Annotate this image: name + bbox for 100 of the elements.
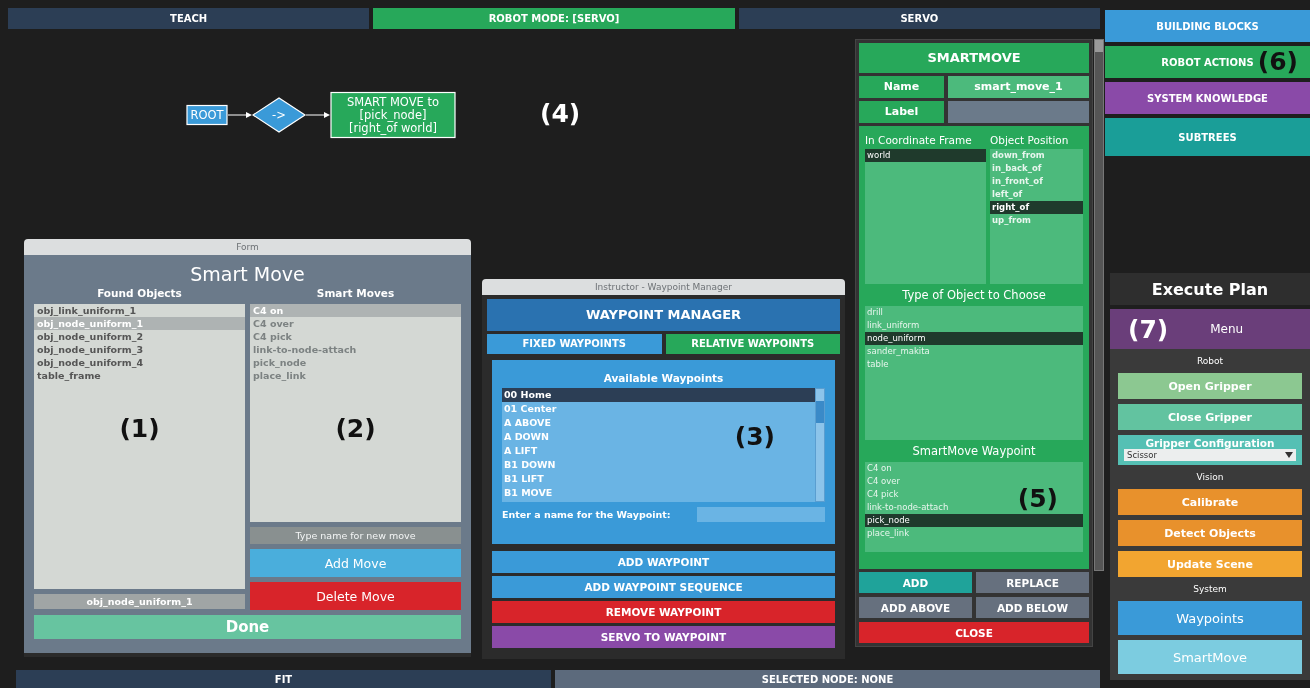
move-name-field[interactable]: Type name for new move — [250, 527, 461, 544]
menu-button[interactable]: Update Scene — [1118, 551, 1302, 577]
window-title: Instructor - Waypoint Manager — [482, 279, 845, 295]
list-item[interactable]: A ABOVE — [502, 416, 553, 430]
list-item[interactable]: link_uniform — [865, 319, 922, 332]
section-label: System — [1192, 583, 1228, 596]
list-item[interactable]: C4 pick — [865, 488, 901, 501]
list-item[interactable]: obj_link_uniform_1 — [34, 304, 245, 317]
list-item[interactable]: C4 over — [250, 317, 461, 330]
connector-arrow — [227, 112, 252, 118]
panel-heading: WAYPOINT MANAGER — [487, 299, 840, 331]
column-heading: Found Objects — [96, 287, 183, 299]
delete-move-button[interactable]: Delete Move — [250, 582, 461, 610]
selected-object-field: obj_node_uniform_1 — [34, 594, 245, 609]
list-item[interactable]: place_link — [250, 369, 461, 382]
menu-button[interactable]: Detect Objects — [1118, 520, 1302, 546]
list-item[interactable]: table — [865, 358, 891, 371]
panel-action-button[interactable]: CLOSE — [859, 622, 1089, 643]
list-item[interactable]: up_from — [990, 214, 1033, 227]
menu-button[interactable]: Open Gripper — [1118, 373, 1302, 399]
mode-tab[interactable]: TEACH — [8, 8, 370, 29]
menu-button[interactable]: SmartMove — [1118, 640, 1302, 674]
panel-action-button[interactable]: ADD — [859, 572, 972, 593]
list-item[interactable]: B1 MOVE — [502, 486, 555, 500]
menu-title: Menu — [1210, 322, 1244, 336]
waypoint-action-button[interactable]: ADD WAYPOINT — [492, 551, 835, 573]
list-item[interactable]: obj_node_uniform_2 — [34, 330, 245, 343]
list-heading: SmartMove Waypoint — [911, 443, 1037, 460]
scrollbar[interactable] — [1094, 39, 1104, 571]
callout-number: (4) — [540, 99, 581, 128]
list-item[interactable]: A LIFT — [502, 444, 540, 458]
list-heading: Type of Object to Choose — [901, 287, 1047, 304]
waypoint-action-button[interactable]: SERVO TO WAYPOINT — [492, 626, 835, 648]
scrollbar[interactable] — [815, 388, 825, 502]
list-heading: In Coordinate Frame — [865, 133, 973, 148]
list-item[interactable]: B1 DOWN — [502, 458, 558, 472]
callout-number: (5) — [1017, 484, 1058, 513]
category-button[interactable]: SYSTEM KNOWLEDGE — [1105, 82, 1310, 114]
execute-plan-button[interactable]: Execute Plan — [1110, 273, 1310, 305]
status-bar-button[interactable]: SELECTED NODE: NONE — [555, 670, 1100, 688]
flow-node: -> — [251, 97, 307, 133]
list-item[interactable]: link-to-node-attach — [865, 501, 951, 514]
list-item[interactable]: link-to-node-attach — [250, 343, 461, 356]
list-item[interactable]: left_of — [990, 188, 1025, 201]
field-label: Name — [859, 76, 944, 98]
category-button[interactable]: BUILDING BLOCKS — [1105, 10, 1310, 42]
list-item[interactable]: in_back_of — [990, 162, 1044, 175]
connector-arrow — [305, 112, 330, 118]
field-label: Label — [859, 101, 944, 123]
list-item[interactable]: obj_node_uniform_3 — [34, 343, 245, 356]
list-item[interactable]: 01 Center — [502, 402, 559, 416]
mode-tab[interactable]: ROBOT MODE: [SERVO] — [373, 8, 735, 29]
list-item[interactable]: place_link — [865, 527, 912, 540]
list-item[interactable]: table_frame — [34, 369, 245, 382]
callout-number: (1) — [118, 414, 161, 443]
list-item[interactable]: pick_node — [865, 514, 1083, 527]
list-item[interactable]: in_front_of — [990, 175, 1045, 188]
waypoint-action-button[interactable]: ADD WAYPOINT SEQUENCE — [492, 576, 835, 598]
caret-icon — [1285, 452, 1293, 458]
panel-action-button[interactable]: ADD ABOVE — [859, 597, 972, 618]
field-label: Enter a name for the Waypoint: — [502, 509, 671, 520]
menu-button[interactable]: Close Gripper — [1118, 404, 1302, 430]
name-field[interactable]: smart_move_1 — [948, 76, 1089, 98]
section-label: Vision — [1195, 471, 1225, 484]
waypoint-tab[interactable]: FIXED WAYPOINTS — [487, 334, 662, 354]
panel-heading: SMARTMOVE — [859, 43, 1089, 73]
menu-button[interactable]: Waypoints — [1118, 601, 1302, 635]
waypoint-action-button[interactable]: REMOVE WAYPOINT — [492, 601, 835, 623]
menu-button[interactable]: Calibrate — [1118, 489, 1302, 515]
section-label: Robot — [1195, 355, 1225, 368]
mode-tab[interactable]: SERVO — [738, 8, 1100, 29]
dialog-heading: Smart Move — [189, 263, 306, 285]
add-move-button[interactable]: Add Move — [250, 549, 461, 577]
list-item[interactable]: sander_makita — [865, 345, 932, 358]
waypoint-name-field[interactable] — [697, 507, 825, 522]
list-item[interactable]: down_from — [990, 149, 1047, 162]
list-item[interactable]: pick_node — [250, 356, 461, 369]
list-item[interactable]: 00 Home — [502, 388, 815, 402]
status-bar-button[interactable]: FIT — [16, 670, 551, 688]
list-item[interactable]: C4 pick — [250, 330, 461, 343]
list-item[interactable]: C4 on — [250, 304, 461, 317]
list-item[interactable]: C4 over — [865, 475, 902, 488]
list-item[interactable]: B1 LIFT — [502, 472, 546, 486]
list-item[interactable]: A DOWN — [502, 430, 552, 444]
category-button[interactable]: SUBTREES — [1105, 118, 1310, 156]
panel-action-button[interactable]: REPLACE — [976, 572, 1089, 593]
callout-number: (6) — [1257, 47, 1298, 76]
gripper-dropdown[interactable]: Scissor — [1124, 449, 1296, 461]
list-item[interactable]: world — [865, 149, 986, 162]
done-button[interactable]: Done — [34, 615, 461, 639]
list-item[interactable]: drill — [865, 306, 885, 319]
list-item[interactable]: obj_node_uniform_1 — [34, 317, 245, 330]
label-field[interactable] — [948, 101, 1089, 123]
list-item[interactable]: right_of — [990, 201, 1083, 214]
list-item[interactable]: obj_node_uniform_4 — [34, 356, 245, 369]
panel-action-button[interactable]: ADD BELOW — [976, 597, 1089, 618]
waypoint-tab[interactable]: RELATIVE WAYPOINTS — [665, 334, 840, 354]
window-title: Form — [24, 239, 471, 255]
list-item[interactable]: node_uniform — [865, 332, 1083, 345]
list-item[interactable]: C4 on — [865, 462, 894, 475]
